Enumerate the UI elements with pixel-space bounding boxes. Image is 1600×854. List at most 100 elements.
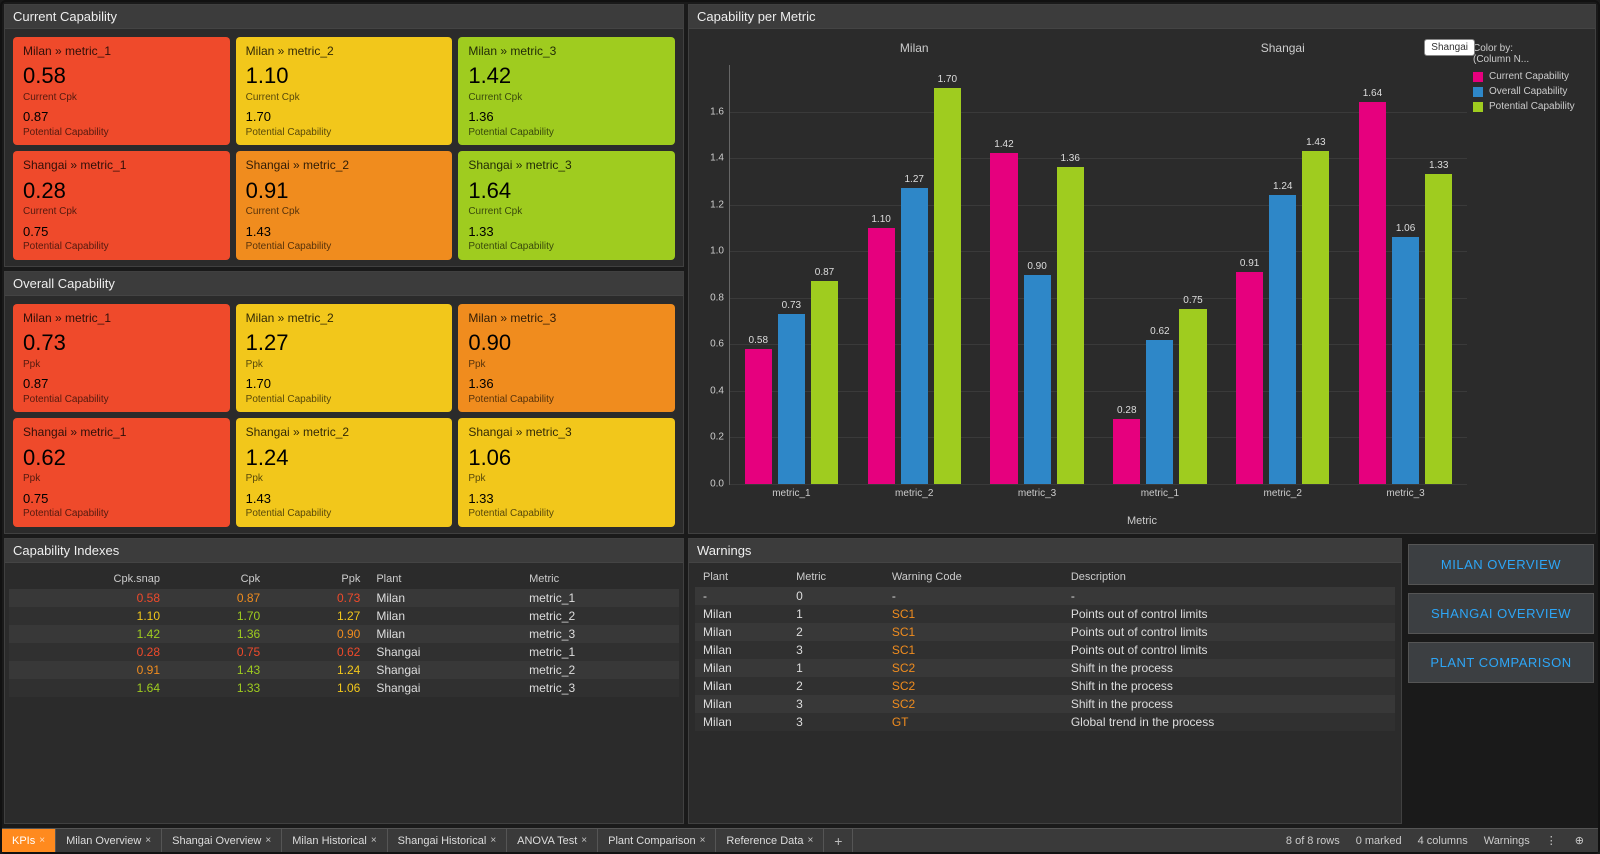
card-breadcrumb: Milan » metric_1 bbox=[23, 310, 220, 326]
capability-card[interactable]: Milan » metric_3 0.90 Ppk 1.36 Potential… bbox=[458, 304, 675, 412]
y-tick: 0.2 bbox=[694, 432, 724, 443]
bar[interactable]: 1.10 bbox=[868, 228, 895, 484]
legend-item[interactable]: Overall Capability bbox=[1473, 86, 1581, 97]
bar-label: 1.33 bbox=[1429, 160, 1448, 171]
col-header[interactable]: Warning Code bbox=[884, 567, 1063, 587]
page-tab[interactable]: Plant Comparison× bbox=[598, 829, 716, 852]
table-row[interactable]: Milan2SC1Points out of control limits bbox=[695, 623, 1395, 641]
warnings-table[interactable]: PlantMetricWarning CodeDescription -0--M… bbox=[695, 567, 1395, 731]
shangai-overview-button[interactable]: SHANGAI OVERVIEW bbox=[1408, 593, 1594, 634]
bar[interactable]: 1.70 bbox=[934, 88, 961, 484]
capability-card[interactable]: Shangai » metric_2 0.91 Current Cpk 1.43… bbox=[236, 151, 453, 259]
table-row[interactable]: -0-- bbox=[695, 587, 1395, 605]
capability-card[interactable]: Shangai » metric_3 1.06 Ppk 1.33 Potenti… bbox=[458, 418, 675, 526]
close-icon[interactable]: × bbox=[807, 835, 813, 846]
table-row[interactable]: 0.28 0.75 0.62 Shangai metric_1 bbox=[9, 643, 679, 661]
table-row[interactable]: Milan3GTGlobal trend in the process bbox=[695, 713, 1395, 731]
card-breadcrumb: Milan » metric_1 bbox=[23, 43, 220, 59]
bar[interactable]: 1.64 bbox=[1359, 102, 1386, 484]
card-value: 1.06 bbox=[468, 443, 665, 473]
page-tab[interactable]: Reference Data × bbox=[716, 829, 824, 852]
card-value-2: 0.75 bbox=[23, 490, 220, 508]
panel-title: Current Capability bbox=[5, 5, 683, 29]
capability-card[interactable]: Milan » metric_1 0.58 Current Cpk 0.87 P… bbox=[13, 37, 230, 145]
table-row[interactable]: Milan3SC1Points out of control limits bbox=[695, 641, 1395, 659]
bar[interactable]: 0.28 bbox=[1113, 419, 1140, 484]
table-row[interactable]: 1.42 1.36 0.90 Milan metric_3 bbox=[9, 625, 679, 643]
capability-card[interactable]: Shangai » metric_2 1.24 Ppk 1.43 Potenti… bbox=[236, 418, 453, 526]
indexes-table[interactable]: Cpk.snapCpkPpkPlantMetric 0.58 0.87 0.73… bbox=[9, 569, 679, 697]
close-icon[interactable]: × bbox=[265, 835, 271, 846]
bar[interactable]: 1.06 bbox=[1392, 237, 1419, 484]
close-icon[interactable]: × bbox=[581, 835, 587, 846]
close-icon[interactable]: × bbox=[371, 835, 377, 846]
capability-card[interactable]: Milan » metric_1 0.73 Ppk 0.87 Potential… bbox=[13, 304, 230, 412]
bar-label: 1.24 bbox=[1273, 181, 1292, 192]
capability-card[interactable]: Milan » metric_2 1.27 Ppk 1.70 Potential… bbox=[236, 304, 453, 412]
bar[interactable]: 0.73 bbox=[778, 314, 805, 484]
bar-chart[interactable]: Shangai Current Capability Overall Capabi… bbox=[689, 29, 1595, 533]
col-header[interactable]: Plant bbox=[368, 569, 521, 589]
page-tab[interactable]: Milan Historical× bbox=[282, 829, 387, 852]
table-row[interactable]: Milan1SC1Points out of control limits bbox=[695, 605, 1395, 623]
col-header[interactable]: Description bbox=[1063, 567, 1395, 587]
capability-card[interactable]: Milan » metric_2 1.10 Current Cpk 1.70 P… bbox=[236, 37, 453, 145]
card-sub: Current Cpk bbox=[468, 91, 665, 105]
more-icon[interactable]: ⋮ bbox=[1546, 834, 1559, 847]
table-row[interactable]: 1.10 1.70 1.27 Milan metric_2 bbox=[9, 607, 679, 625]
legend-item[interactable]: Current Capability bbox=[1473, 71, 1581, 82]
tab-label: Shangai Overview bbox=[172, 835, 261, 847]
milan-overview-button[interactable]: MILAN OVERVIEW bbox=[1408, 544, 1594, 585]
facet-label: Shangai bbox=[1099, 41, 1468, 55]
bar[interactable]: 0.87 bbox=[811, 281, 838, 484]
col-header[interactable]: Plant bbox=[695, 567, 788, 587]
tab-label: Reference Data bbox=[726, 835, 803, 847]
bar[interactable]: 0.91 bbox=[1236, 272, 1263, 484]
table-row[interactable]: Milan3SC2Shift in the process bbox=[695, 695, 1395, 713]
table-row[interactable]: 0.91 1.43 1.24 Shangai metric_2 bbox=[9, 661, 679, 679]
table-row[interactable]: Milan1SC2Shift in the process bbox=[695, 659, 1395, 677]
table-row[interactable]: 0.58 0.87 0.73 Milan metric_1 bbox=[9, 589, 679, 607]
col-header[interactable]: Metric bbox=[788, 567, 884, 587]
bar[interactable]: 1.43 bbox=[1302, 151, 1329, 484]
bar[interactable]: 0.62 bbox=[1146, 340, 1173, 484]
capability-card[interactable]: Shangai » metric_1 0.62 Ppk 0.75 Potenti… bbox=[13, 418, 230, 526]
col-header[interactable]: Cpk.snap bbox=[9, 569, 168, 589]
capability-chart-panel: Capability per Metric Shangai Current Ca… bbox=[688, 4, 1596, 534]
close-icon[interactable]: × bbox=[145, 835, 151, 846]
table-row[interactable]: 1.64 1.33 1.06 Shangai metric_3 bbox=[9, 679, 679, 697]
page-tab[interactable]: Milan Overview× bbox=[56, 829, 162, 852]
page-tab[interactable]: Shangai Overview × bbox=[162, 829, 282, 852]
card-value-2: 0.87 bbox=[23, 375, 220, 393]
close-icon[interactable]: × bbox=[700, 835, 706, 846]
page-tab[interactable]: Shangai Historical× bbox=[388, 829, 508, 852]
col-header[interactable]: Ppk bbox=[268, 569, 368, 589]
close-icon[interactable]: × bbox=[490, 835, 496, 846]
page-tab[interactable]: ANOVA Test× bbox=[507, 829, 598, 852]
page-tab[interactable]: KPIs× bbox=[2, 829, 56, 852]
globe-icon[interactable]: ⊕ bbox=[1575, 834, 1584, 847]
col-header[interactable]: Cpk bbox=[168, 569, 268, 589]
add-tab-button[interactable]: + bbox=[824, 829, 853, 852]
legend-label: Potential Capability bbox=[1489, 101, 1575, 112]
plant-comparison-button[interactable]: PLANT COMPARISON bbox=[1408, 642, 1594, 683]
page-tabs-bar: KPIs×Milan Overview×Shangai Overview×Mil… bbox=[2, 828, 1598, 852]
bar[interactable]: 0.58 bbox=[745, 349, 772, 484]
bar[interactable]: 1.36 bbox=[1057, 167, 1084, 484]
capability-card[interactable]: Shangai » metric_1 0.28 Current Cpk 0.75… bbox=[13, 151, 230, 259]
bar[interactable]: 1.27 bbox=[901, 188, 928, 484]
bar[interactable]: 0.75 bbox=[1179, 309, 1206, 484]
card-value: 1.64 bbox=[468, 176, 665, 206]
bar[interactable]: 0.90 bbox=[1024, 275, 1051, 485]
capability-card[interactable]: Shangai » metric_3 1.64 Current Cpk 1.33… bbox=[458, 151, 675, 259]
card-breadcrumb: Milan » metric_2 bbox=[246, 310, 443, 326]
close-icon[interactable]: × bbox=[39, 835, 45, 846]
table-row[interactable]: Milan2SC2Shift in the process bbox=[695, 677, 1395, 695]
x-tick: metric_1 bbox=[745, 484, 838, 499]
bar[interactable]: 1.33 bbox=[1425, 174, 1452, 484]
col-header[interactable]: Metric bbox=[521, 569, 679, 589]
legend-item[interactable]: Potential Capability bbox=[1473, 101, 1581, 112]
bar[interactable]: 1.42 bbox=[990, 153, 1017, 484]
capability-card[interactable]: Milan » metric_3 1.42 Current Cpk 1.36 P… bbox=[458, 37, 675, 145]
bar[interactable]: 1.24 bbox=[1269, 195, 1296, 484]
